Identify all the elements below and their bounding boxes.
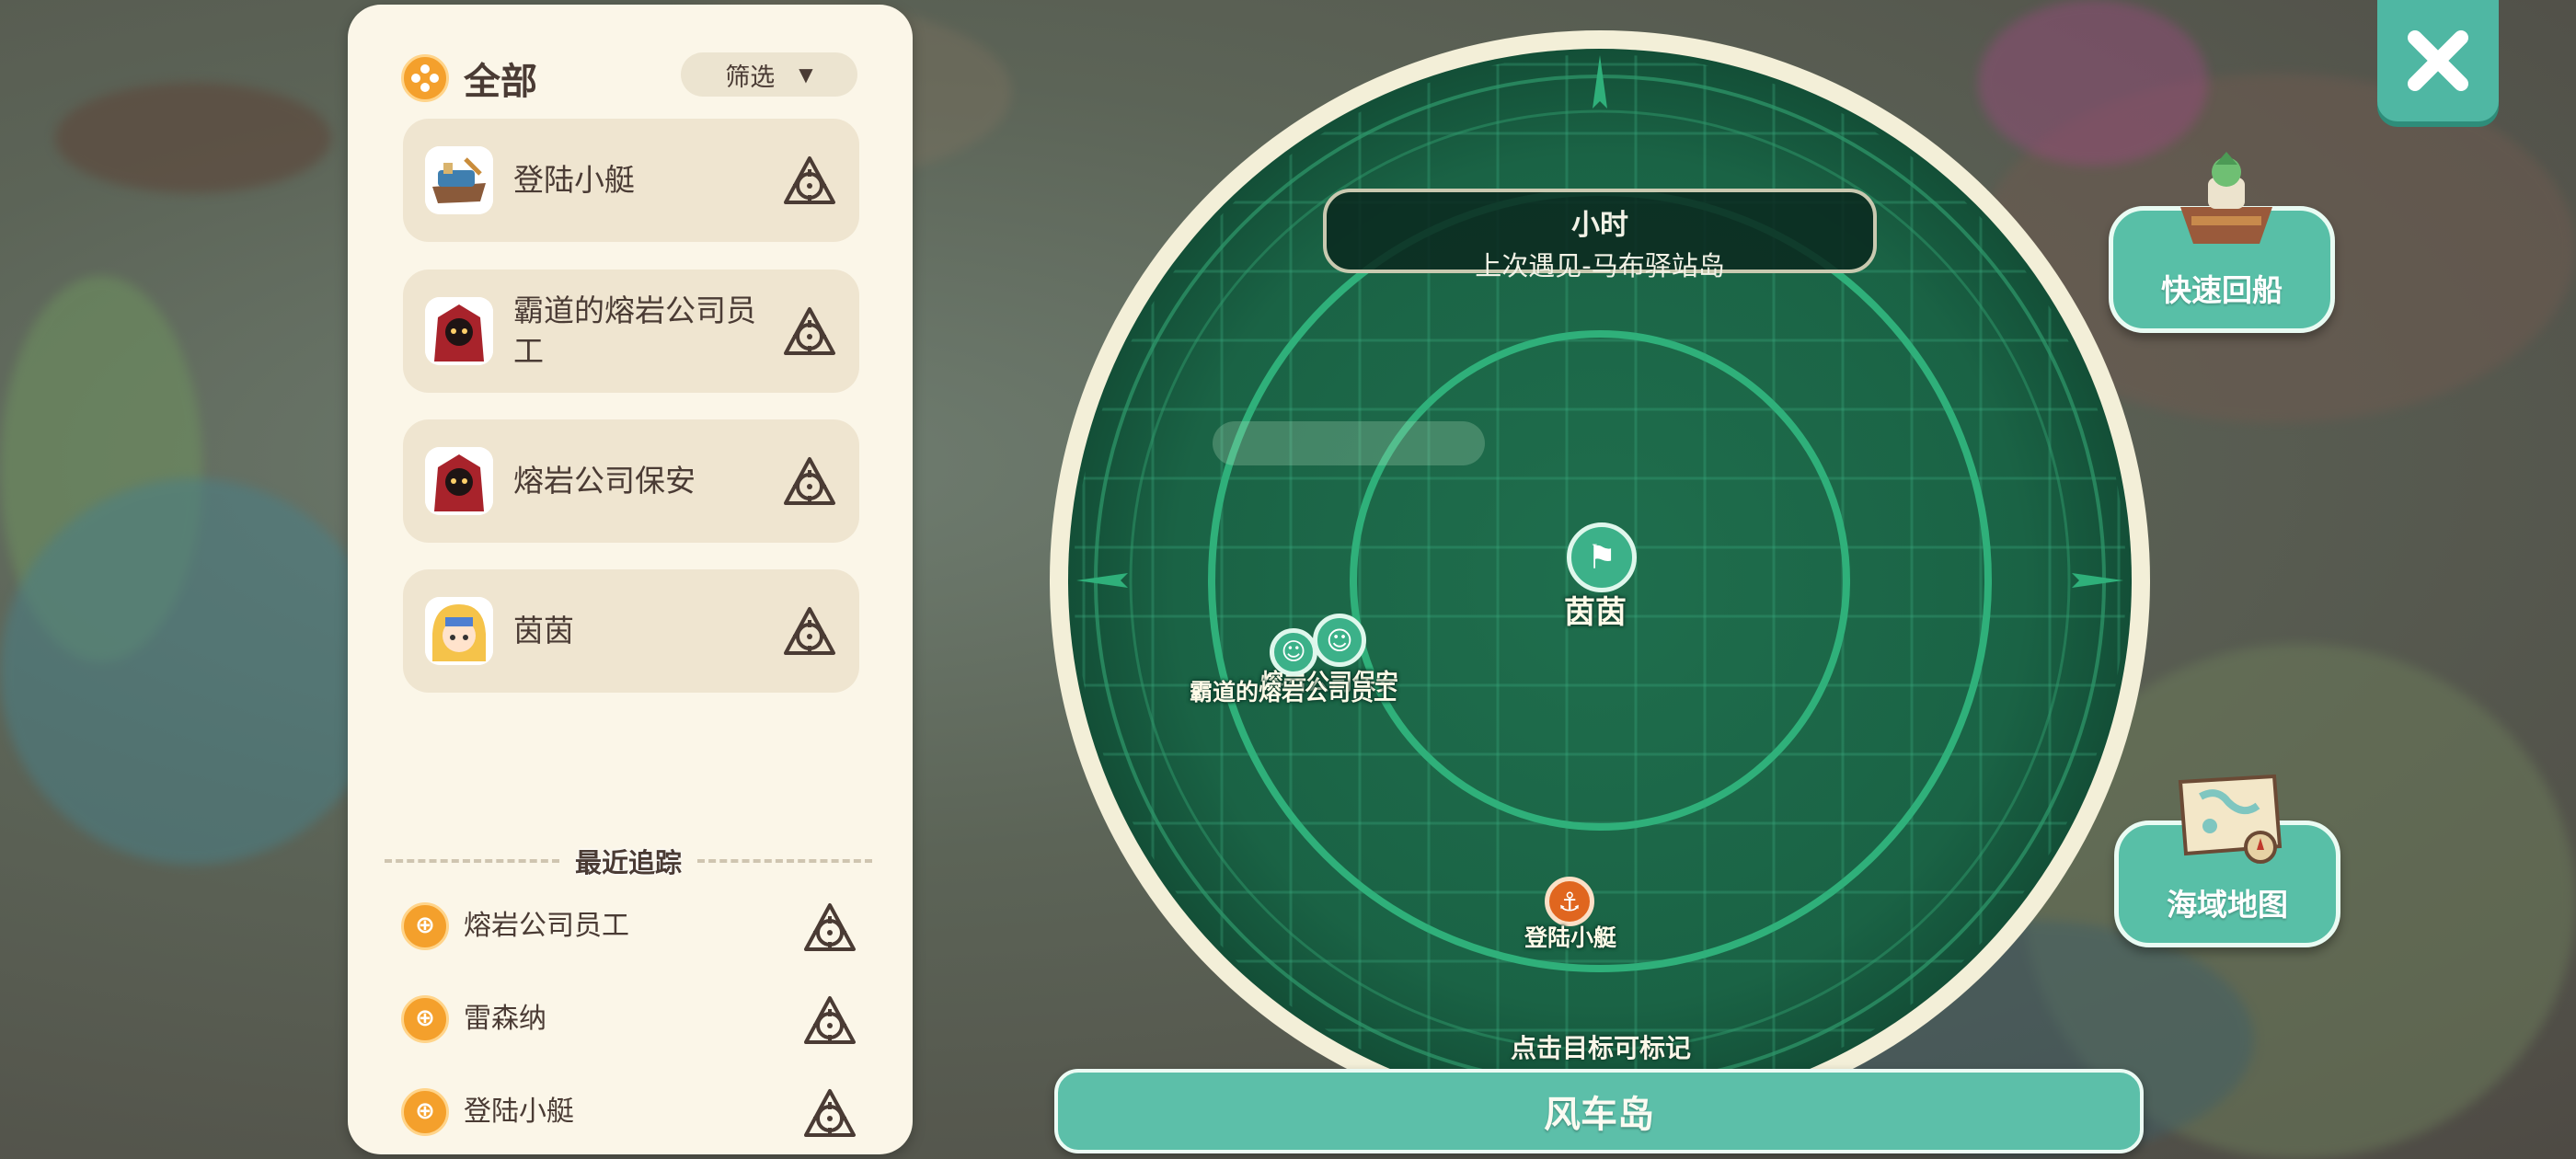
island-name: 风车岛 (1544, 1094, 1654, 1136)
track-target-icon[interactable] (780, 452, 839, 511)
target-label: 登陆小艇 (513, 162, 635, 198)
track-target-icon[interactable] (780, 602, 839, 660)
flag-icon: ⚑ (1567, 522, 1637, 592)
close-icon (2408, 30, 2468, 91)
recent-item[interactable]: ⊕ 雷森纳 (401, 991, 861, 1048)
recent-item-label: 雷森纳 (464, 1003, 546, 1035)
marker-lava-guard[interactable]: ☺ (1313, 614, 1366, 667)
all-category-icon (401, 54, 449, 102)
marker-boat[interactable]: ⚓ (1545, 877, 1594, 926)
island-name-bar[interactable]: 风车岛 (1054, 1069, 2144, 1153)
radar-hint: 点击目标可标记 (1510, 1033, 1691, 1063)
marker-label: 霸道的熔岩公司员工 (1190, 679, 1397, 706)
lava-guard-icon (425, 447, 493, 515)
target-badge-icon: ⊕ (401, 902, 449, 950)
filter-label: 筛选 (725, 63, 776, 92)
recent-item-label: 登陆小艇 (464, 1096, 574, 1128)
track-target-icon[interactable] (800, 898, 859, 957)
recent-item[interactable]: ⊕ 熔岩公司员工 (401, 898, 861, 955)
caret-down-icon: ▼ (799, 63, 813, 86)
target-label: 熔岩公司保安 (513, 463, 696, 499)
background-rock (55, 83, 331, 193)
radar-status: 小时 上次遇见-马布驿站岛 (1323, 189, 1877, 281)
yinyin-portrait-icon (425, 597, 493, 665)
marker-label: 登陆小艇 (1524, 924, 1617, 951)
sea-map-label: 海域地图 (2167, 887, 2288, 923)
faded-marker-tag (1213, 421, 1485, 465)
status-time: 小时 (1571, 209, 1628, 242)
marker-lava-worker[interactable]: ☺ (1270, 628, 1317, 676)
target-label: 茵茵 (513, 613, 574, 648)
ship-icon (2180, 152, 2272, 244)
track-target-icon[interactable] (800, 991, 859, 1050)
target-card-lava-guard[interactable]: 熔岩公司保安 (403, 419, 859, 543)
recent-item-label: 熔岩公司员工 (464, 910, 629, 942)
recent-divider: 最近追踪 (385, 842, 872, 878)
close-button[interactable] (2377, 0, 2499, 121)
target-card-yinyin[interactable]: 茵茵 (403, 569, 859, 693)
face-icon: ☺ (1270, 628, 1317, 676)
track-target-icon[interactable] (800, 1084, 859, 1142)
map-icon (2178, 774, 2283, 864)
target-badge-icon: ⊕ (401, 995, 449, 1043)
target-card-boat[interactable]: 登陆小艇 (403, 119, 859, 242)
target-label: 霸道的熔岩公司员工 (513, 293, 756, 369)
recent-item[interactable]: ⊕ 登陆小艇 (401, 1084, 861, 1141)
anchor-icon: ⚓ (1545, 877, 1594, 926)
marker-label: 茵茵 (1564, 594, 1627, 631)
quick-return-label: 快速回船 (2161, 272, 2283, 308)
track-target-icon[interactable] (780, 302, 839, 361)
face-icon: ☺ (1313, 614, 1366, 667)
target-card-lava-worker[interactable]: 霸道的熔岩公司员工 (403, 270, 859, 393)
filter-dropdown[interactable]: 筛选 ▼ (681, 52, 857, 97)
recent-title: 最近追踪 (574, 847, 682, 878)
background-water (0, 478, 386, 865)
panel-title: 全部 (464, 61, 537, 103)
panel-header: 全部 (401, 51, 537, 106)
boat-icon (425, 146, 493, 214)
marker-yinyin[interactable]: ⚑ (1567, 522, 1637, 592)
tracking-panel: 全部 筛选 ▼ 登陆小艇 霸道的熔岩公司员工 熔岩公司保安 茵茵 最近追踪 ⊕ … (348, 5, 913, 1154)
lava-worker-icon (425, 297, 493, 365)
track-target-icon[interactable] (780, 151, 839, 210)
status-last-seen: 上次遇见-马布驿站岛 (1475, 250, 1725, 281)
target-badge-icon: ⊕ (401, 1088, 449, 1136)
